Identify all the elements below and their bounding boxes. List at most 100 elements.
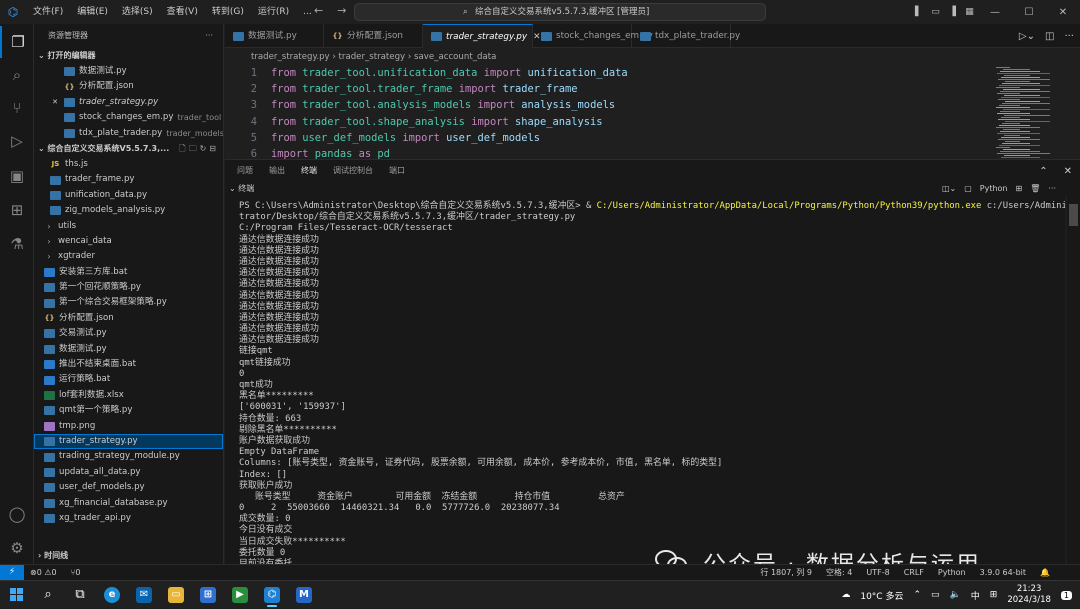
toggle-panel-icon[interactable]: ▭ xyxy=(927,7,944,17)
file-item[interactable]: zig_models_analysis.py xyxy=(34,203,223,218)
vscode-taskbar-icon[interactable]: ⌬ xyxy=(256,582,288,608)
tray-overflow-icon[interactable]: ⌃ xyxy=(913,590,921,600)
new-terminal-icon[interactable]: ⊞ xyxy=(1016,181,1023,196)
panel-tab[interactable]: 问题 xyxy=(237,160,253,182)
close-panel-icon[interactable]: ✕ xyxy=(1064,166,1072,177)
kill-terminal-icon[interactable]: 🗑 xyxy=(1030,181,1040,196)
testing-icon[interactable]: ⚗ xyxy=(0,228,34,260)
split-terminal-icon[interactable]: ◫⌄ xyxy=(942,181,956,196)
menu-item[interactable]: 查看(V) xyxy=(160,0,205,24)
file-item[interactable]: xg_financial_database.py xyxy=(34,496,223,511)
status-item[interactable]: CRLF xyxy=(904,565,924,580)
breadcrumb-item[interactable]: trader_strategy xyxy=(339,52,406,62)
file-item[interactable]: trading_strategy_module.py xyxy=(34,449,223,464)
file-item[interactable]: JS ths.js xyxy=(34,157,223,172)
folder-item[interactable]: › utils xyxy=(34,219,223,234)
file-item[interactable]: trader_strategy.py xyxy=(34,433,223,450)
open-editor-item[interactable]: stock_changes_em.py trader_tool xyxy=(34,110,223,125)
open-editor-item[interactable]: tdx_plate_trader.pytrader_models\... xyxy=(34,126,223,141)
terminal-python-icon[interactable]: ▢ xyxy=(964,181,972,196)
manage-gear-icon[interactable]: ⚙ xyxy=(0,532,34,564)
open-editor-item[interactable]: {} 分析配置.json xyxy=(34,79,223,94)
file-item[interactable]: 第一个回花顺策略.py xyxy=(34,280,223,295)
layout-icon[interactable]: ▦ xyxy=(961,7,978,17)
menu-item[interactable]: 编辑(E) xyxy=(70,0,115,24)
search-icon[interactable]: ⌕ xyxy=(0,59,34,91)
panel-tab[interactable]: 输出 xyxy=(269,160,285,182)
panel-tab[interactable]: 端口 xyxy=(389,160,405,182)
file-item[interactable]: 数据测试.py xyxy=(34,342,223,357)
open-editors-section[interactable]: ⌄ 打开的编辑器 xyxy=(34,48,223,64)
code-editor[interactable]: 1 from trader_tool.unification_data impor… xyxy=(225,65,1080,159)
minimize-button[interactable]: — xyxy=(978,7,1012,18)
source-control-icon[interactable]: ⑂ xyxy=(0,92,34,124)
file-explorer-icon[interactable]: ▭ xyxy=(160,582,192,608)
folder-item[interactable]: › xgtrader xyxy=(34,249,223,264)
clock[interactable]: 21:23 2024/3/18 xyxy=(1007,584,1051,606)
terminal-scrollbar[interactable] xyxy=(1067,196,1080,564)
volume-icon[interactable]: 🔈 xyxy=(950,590,961,600)
minimap[interactable] xyxy=(994,65,1056,159)
file-item[interactable]: xg_trader_api.py xyxy=(34,511,223,526)
notifications-bell-icon[interactable]: 🔔 xyxy=(1040,565,1050,580)
menu-item[interactable]: 转到(G) xyxy=(205,0,251,24)
ime-settings-icon[interactable]: ⊞ xyxy=(990,590,998,600)
more-actions-icon[interactable]: ··· xyxy=(1048,181,1056,196)
panel-tab[interactable]: 调试控制台 xyxy=(333,160,373,182)
extensions-icon[interactable]: ⊞ xyxy=(0,194,34,226)
menu-item[interactable]: 文件(F) xyxy=(26,0,70,24)
terminal-python-label[interactable]: Python xyxy=(980,181,1008,196)
problems-status[interactable]: ⊗0 ⚠0 xyxy=(30,565,57,580)
file-item[interactable]: 第一个综合交易框架策略.py xyxy=(34,295,223,310)
command-center-search[interactable]: ⌕ 综合自定义交易系统v5.5.7.3,缓冲区 [管理员] xyxy=(354,3,766,21)
file-item[interactable]: user_def_models.py xyxy=(34,480,223,495)
mail-icon[interactable]: ✉ xyxy=(128,582,160,608)
file-item[interactable]: trader_frame.py xyxy=(34,172,223,187)
menu-item[interactable]: 运行(R) xyxy=(251,0,296,24)
run-file-icon[interactable]: ▷⌄ xyxy=(1019,31,1035,42)
close-window-button[interactable]: ✕ xyxy=(1046,7,1080,18)
run-debug-icon[interactable]: ▷ xyxy=(0,125,34,157)
file-item[interactable]: unification_data.py xyxy=(34,188,223,203)
status-item[interactable]: Python xyxy=(938,565,966,580)
open-editor-item[interactable]: 数据测试.py xyxy=(34,64,223,79)
file-item[interactable]: tmp.png xyxy=(34,419,223,434)
weather-text[interactable]: 10°C 多云 xyxy=(860,589,903,602)
breadcrumb-item[interactable]: save_account_data xyxy=(414,52,496,62)
notification-badge[interactable]: 1 xyxy=(1060,590,1072,600)
edge-browser-icon[interactable]: e xyxy=(96,582,128,608)
network-icon[interactable]: ▭ xyxy=(931,590,940,600)
panel-tab[interactable]: 终端 xyxy=(301,160,317,182)
menu-item[interactable]: 选择(S) xyxy=(115,0,160,24)
store-icon[interactable]: ⊞ xyxy=(192,582,224,608)
terminal-app-icon[interactable]: ▶ xyxy=(224,582,256,608)
file-item[interactable]: 交易测试.py xyxy=(34,326,223,341)
windows-start-icon[interactable] xyxy=(0,582,32,608)
remote-indicator[interactable]: ⚡ xyxy=(0,565,24,581)
toggle-sidebar-icon[interactable]: ▌ xyxy=(910,7,927,17)
more-actions-icon[interactable]: ··· xyxy=(1064,31,1074,42)
more-actions-icon[interactable]: ··· xyxy=(205,24,213,48)
ime-indicator[interactable]: 中 xyxy=(971,589,980,602)
scrollbar-thumb[interactable] xyxy=(1069,204,1078,226)
maximize-panel-icon[interactable]: ⌃ xyxy=(1039,166,1047,177)
maximize-button[interactable]: ☐ xyxy=(1012,7,1046,18)
open-editor-item[interactable]: ✕ trader_strategy.py xyxy=(34,95,223,110)
file-item[interactable]: 安装第三方库.bat xyxy=(34,265,223,280)
status-item[interactable]: UTF-8 xyxy=(866,565,889,580)
workspace-tools[interactable]: 🗋🗀↻⊟ xyxy=(179,141,219,157)
m-app-icon[interactable]: M xyxy=(288,582,320,608)
editor-tab[interactable]: {} 分析配置.json xyxy=(324,24,423,48)
status-item[interactable]: 3.9.0 64-bit xyxy=(980,565,1026,580)
breadcrumb-item[interactable]: trader_strategy.py xyxy=(251,52,330,62)
accounts-icon[interactable]: ◯ xyxy=(0,498,34,530)
editor-tab[interactable]: tdx_plate_trader.py xyxy=(632,24,740,48)
forward-arrow-icon[interactable]: → xyxy=(337,4,346,17)
file-item[interactable]: 运行策略.bat xyxy=(34,372,223,387)
terminal-collapse-icon[interactable]: ⌄ xyxy=(229,184,236,193)
folder-item[interactable]: › wencai_data xyxy=(34,234,223,249)
split-editor-icon[interactable]: ◫ xyxy=(1045,31,1054,42)
file-item[interactable]: updata_all_data.py xyxy=(34,465,223,480)
ports-status[interactable]: ⑂0 xyxy=(71,565,81,580)
file-item[interactable]: qmt第一个策略.py xyxy=(34,403,223,418)
